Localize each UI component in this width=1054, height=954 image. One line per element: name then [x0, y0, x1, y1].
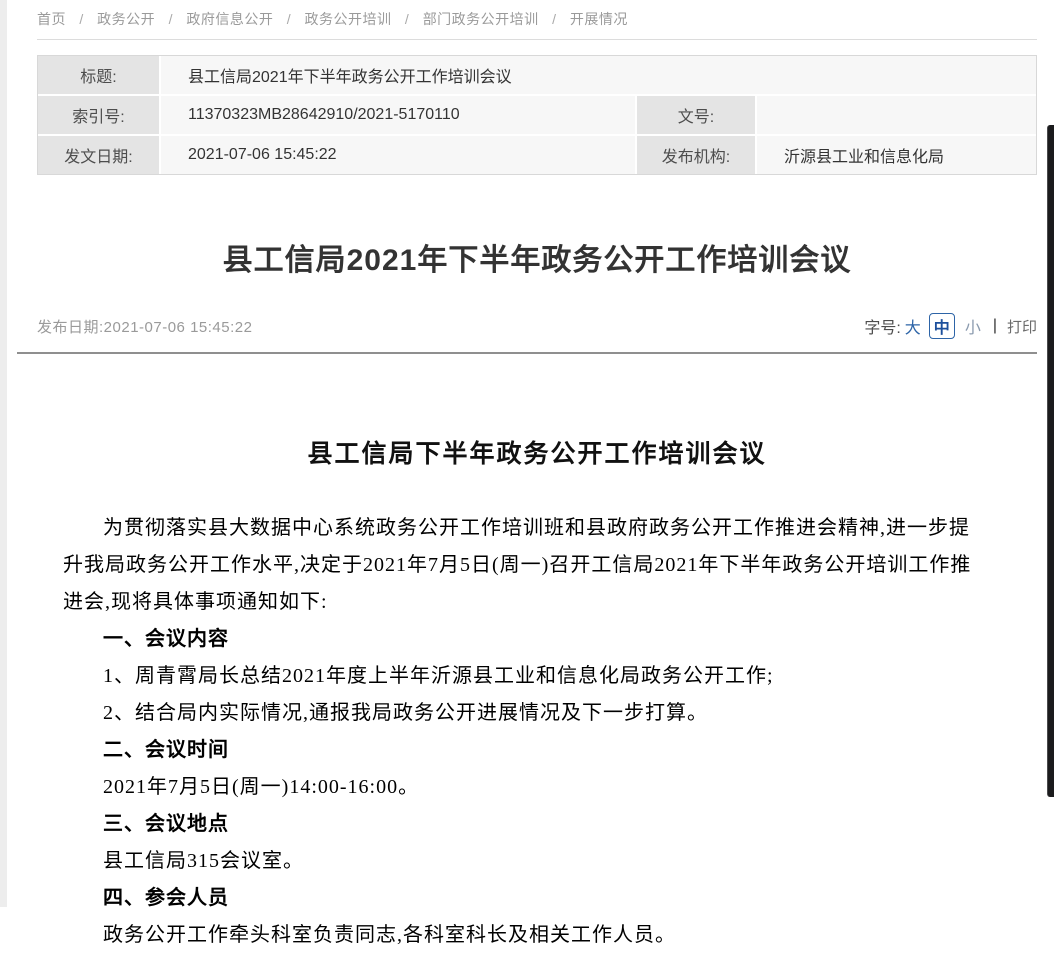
publish-date-value: 2021-07-06 15:45:22 [104, 319, 253, 336]
meta-docnum-label: 文号: [637, 96, 755, 134]
font-size-label: 字号: [864, 314, 900, 338]
meta-title-value: 县工信局2021年下半年政务公开工作培训会议 [161, 56, 1036, 94]
breadcrumb: 首页 / 政务公开 / 政府信息公开 / 政务公开培训 / 部门政务公开培训 /… [37, 0, 1037, 29]
meta-org-value: 沂源县工业和信息化局 [757, 136, 1036, 174]
article-paragraph: 县工信局315会议室。 [63, 843, 990, 880]
font-size-controls: 字号: 大 中 小 | 打印 [864, 313, 1037, 339]
article-toolbar: 发布日期:2021-07-06 15:45:22 字号: 大 中 小 | 打印 [37, 313, 1037, 339]
page-title: 县工信局2021年下半年政务公开工作培训会议 [37, 235, 1037, 279]
article-paragraph: 2、结合局内实际情况,通报我局政务公开进展情况及下一步打算。 [63, 695, 990, 732]
breadcrumb-divider [37, 39, 1037, 40]
page-left-edge [0, 0, 7, 907]
print-button[interactable]: 打印 [1007, 316, 1037, 337]
vertical-scrollbar-thumb[interactable] [1047, 125, 1054, 797]
meta-index-label: 索引号: [38, 96, 159, 134]
article: 县工信局下半年政务公开工作培训会议 为贯彻落实县大数据中心系统政务公开工作培训班… [37, 434, 1037, 954]
article-paragraph: 政务公开工作牵头科室负责同志,各科室科长及相关工作人员。 [63, 917, 990, 954]
breadcrumb-training[interactable]: 政务公开培训 [305, 11, 392, 27]
meta-date-label: 发文日期: [38, 136, 159, 174]
publish-date: 发布日期:2021-07-06 15:45:22 [37, 316, 252, 337]
breadcrumb-government-info[interactable]: 政府信息公开 [186, 11, 273, 27]
article-body: 为贯彻落实县大数据中心系统政务公开工作培训班和县政府政务公开工作推进会精神,进一… [63, 510, 990, 954]
document-meta-table: 标题: 县工信局2021年下半年政务公开工作培训会议 索引号: 11370323… [37, 55, 1037, 175]
article-section-heading: 四、参会人员 [63, 880, 990, 917]
article-paragraph: 1、周青霄局长总结2021年度上半年沂源县工业和信息化局政务公开工作; [63, 658, 990, 695]
font-size-small-button[interactable]: 小 [965, 314, 981, 338]
article-section-heading: 二、会议时间 [63, 732, 990, 769]
meta-org-label: 发布机构: [637, 136, 755, 174]
article-paragraph: 2021年7月5日(周一)14:00-16:00。 [63, 769, 990, 806]
publish-date-label: 发布日期: [37, 319, 104, 336]
breadcrumb-home[interactable]: 首页 [37, 11, 66, 27]
breadcrumb-separator: / [79, 11, 83, 27]
header-divider [17, 352, 1037, 354]
content-page: 首页 / 政务公开 / 政府信息公开 / 政务公开培训 / 部门政务公开培训 /… [37, 0, 1037, 954]
meta-title-label: 标题: [38, 56, 159, 94]
breadcrumb-progress[interactable]: 开展情况 [570, 11, 628, 27]
meta-docnum-value [757, 96, 1036, 134]
font-size-large-button[interactable]: 大 [905, 314, 921, 338]
font-size-medium-button[interactable]: 中 [929, 313, 955, 339]
breadcrumb-dept-training[interactable]: 部门政务公开培训 [423, 11, 539, 27]
article-paragraph: 为贯彻落实县大数据中心系统政务公开工作培训班和县政府政务公开工作推进会精神,进一… [63, 510, 990, 621]
meta-date-value: 2021-07-06 15:45:22 [161, 136, 635, 174]
breadcrumb-separator: / [405, 11, 409, 27]
meta-index-value: 11370323MB28642910/2021-5170110 [161, 96, 635, 134]
toolbar-separator: | [993, 317, 997, 335]
breadcrumb-separator: / [169, 11, 173, 27]
article-title: 县工信局下半年政务公开工作培训会议 [37, 434, 1037, 470]
breadcrumb-zhengwugongkai[interactable]: 政务公开 [97, 11, 155, 27]
article-section-heading: 一、会议内容 [63, 621, 990, 658]
article-section-heading: 三、会议地点 [63, 806, 990, 843]
breadcrumb-separator: / [287, 11, 291, 27]
breadcrumb-separator: / [552, 11, 556, 27]
